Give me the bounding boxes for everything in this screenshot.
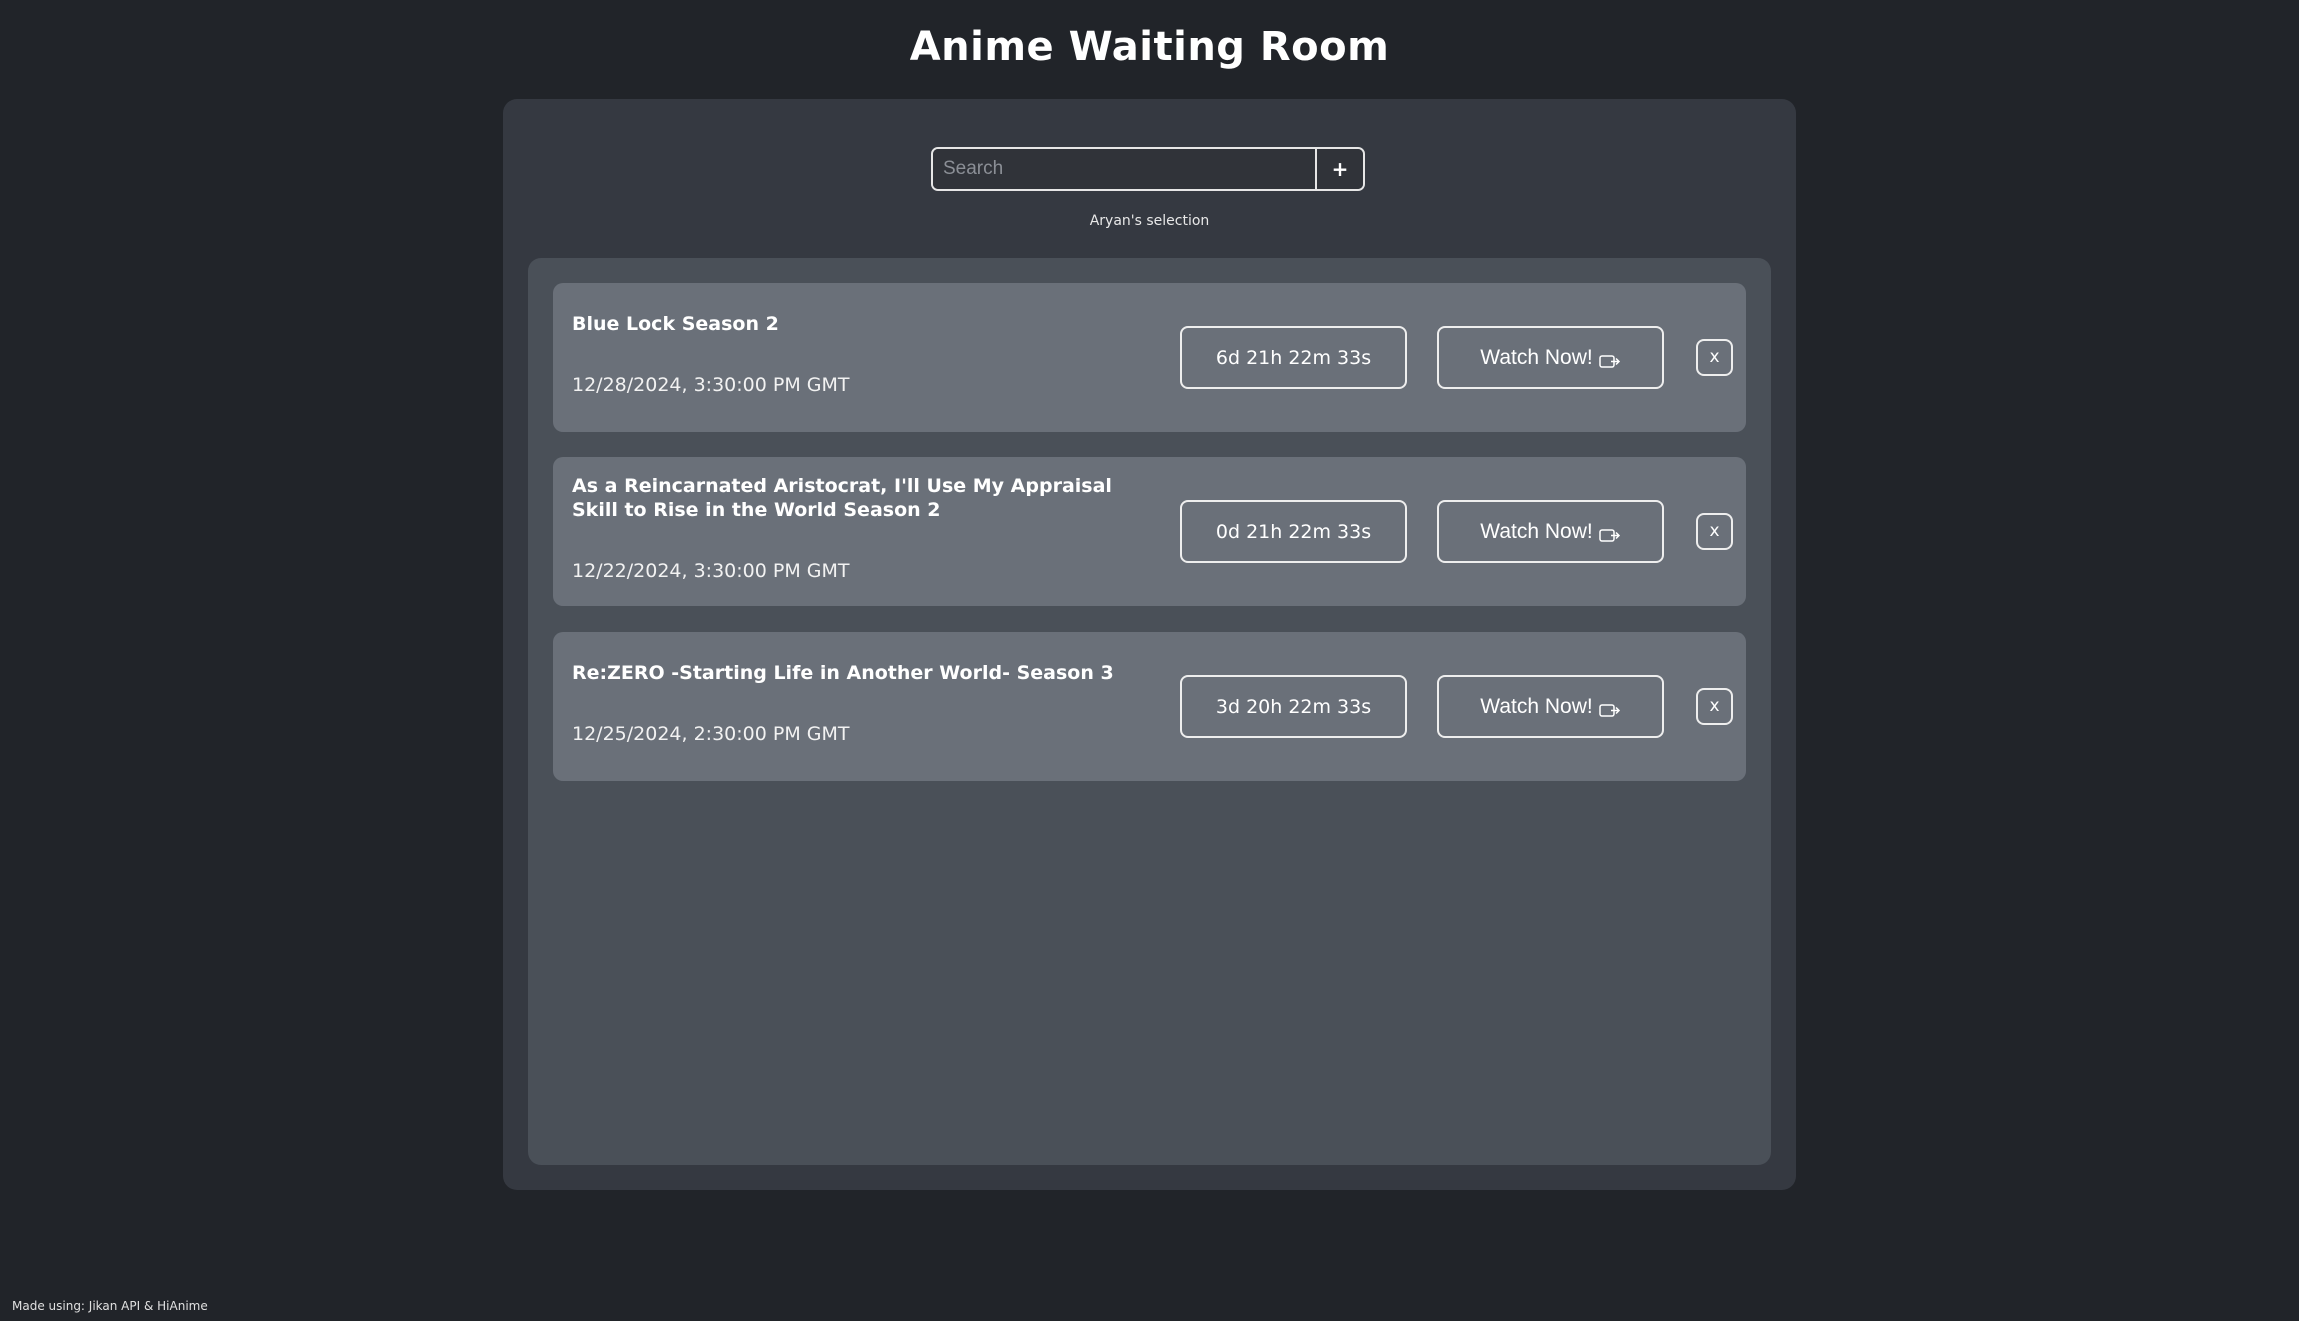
anime-release-date: 12/22/2024, 3:30:00 PM GMT (572, 560, 850, 582)
watch-now-label: Watch Now! (1480, 345, 1593, 369)
add-button[interactable]: + (1315, 149, 1363, 189)
remove-button[interactable]: x (1696, 513, 1733, 550)
countdown-timer: 0d 21h 22m 33s (1180, 500, 1407, 563)
countdown-timer: 3d 20h 22m 33s (1180, 675, 1407, 738)
remove-button[interactable]: x (1696, 688, 1733, 725)
anime-list: Blue Lock Season 2 12/28/2024, 3:30:00 P… (528, 258, 1771, 1165)
external-link-icon (1598, 525, 1621, 542)
anime-title: Blue Lock Season 2 (572, 313, 779, 335)
watch-now-label: Watch Now! (1480, 694, 1593, 718)
anime-title: Re:ZERO -Starting Life in Another World-… (572, 662, 1114, 684)
main-panel: + Aryan's selection Blue Lock Season 2 1… (503, 99, 1796, 1190)
page-title: Anime Waiting Room (909, 24, 1390, 70)
countdown-timer: 6d 21h 22m 33s (1180, 326, 1407, 389)
selection-label: Aryan's selection (1089, 213, 1210, 229)
watch-now-button[interactable]: Watch Now! (1437, 675, 1664, 738)
anime-card: As a Reincarnated Aristocrat, I'll Use M… (553, 457, 1746, 606)
watch-now-label: Watch Now! (1480, 519, 1593, 543)
remove-button[interactable]: x (1696, 339, 1733, 376)
external-link-icon (1598, 351, 1621, 368)
anime-card: Re:ZERO -Starting Life in Another World-… (553, 632, 1746, 781)
watch-now-button[interactable]: Watch Now! (1437, 326, 1664, 389)
anime-card: Blue Lock Season 2 12/28/2024, 3:30:00 P… (553, 283, 1746, 432)
anime-release-date: 12/25/2024, 2:30:00 PM GMT (572, 723, 850, 745)
search-bar: + (931, 147, 1365, 191)
watch-now-button[interactable]: Watch Now! (1437, 500, 1664, 563)
search-input[interactable] (933, 149, 1315, 189)
external-link-icon (1598, 700, 1621, 717)
anime-release-date: 12/28/2024, 3:30:00 PM GMT (572, 374, 850, 396)
footer-credits: Made using: Jikan API & HiAnime (12, 1299, 208, 1313)
anime-title: As a Reincarnated Aristocrat, I'll Use M… (572, 475, 1112, 521)
